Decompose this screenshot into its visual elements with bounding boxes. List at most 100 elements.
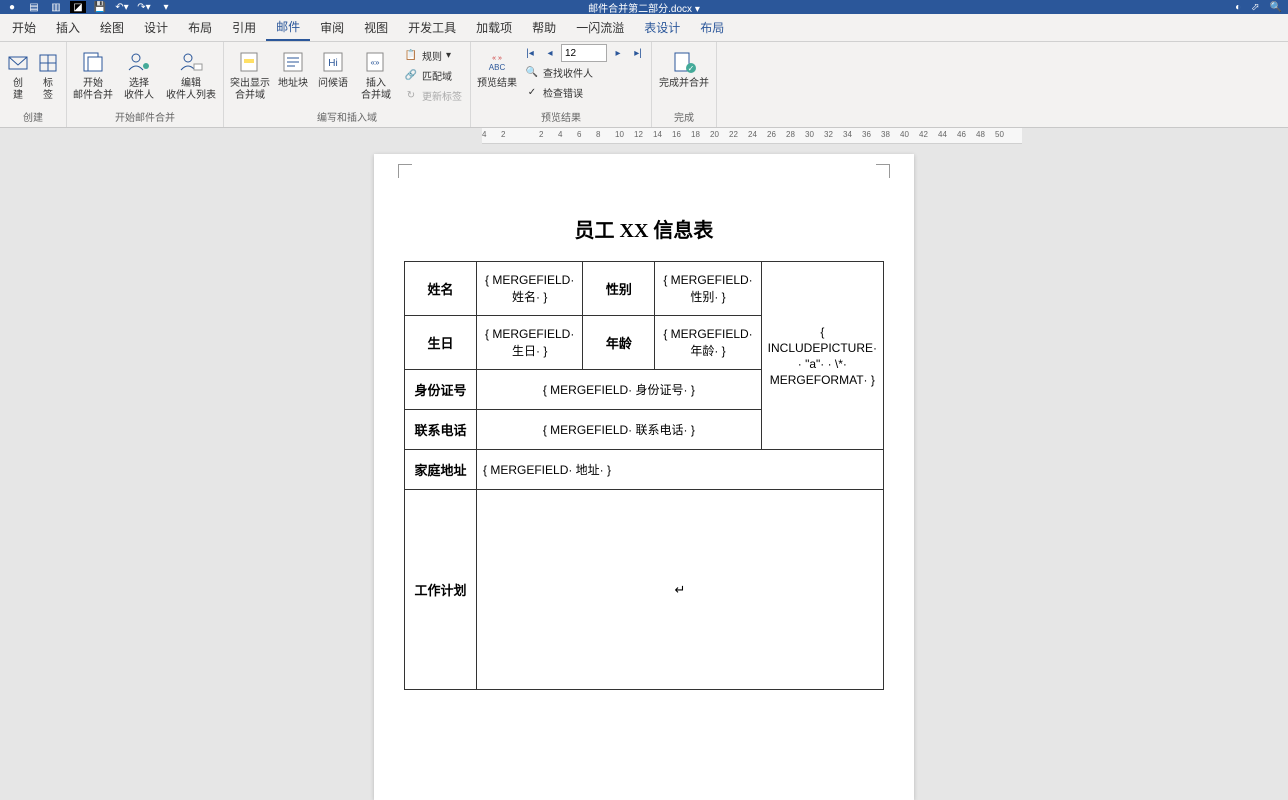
- ruler-tick: 20: [710, 130, 719, 139]
- tab-developer[interactable]: 开发工具: [398, 14, 466, 41]
- user-icon[interactable]: ◐: [1235, 2, 1241, 13]
- autosave-toggle[interactable]: ●: [4, 1, 20, 13]
- save-icon[interactable]: 💾: [92, 1, 108, 13]
- tab-custom[interactable]: 一闪流溢: [566, 14, 634, 41]
- ruler-tick: 26: [767, 130, 776, 139]
- insert-field-button[interactable]: «» 插入合并域: [354, 44, 398, 102]
- svg-text:ABC: ABC: [489, 63, 506, 72]
- tab-review[interactable]: 审阅: [310, 14, 354, 41]
- cell-birthday-label[interactable]: 生日: [405, 316, 477, 370]
- cell-id-label[interactable]: 身份证号: [405, 370, 477, 410]
- select-recipients-button[interactable]: 选择收件人: [117, 44, 161, 102]
- tab-addins[interactable]: 加载项: [466, 14, 522, 41]
- check-errors-button[interactable]: ✓检查错误: [521, 83, 647, 102]
- tab-help[interactable]: 帮助: [522, 14, 566, 41]
- title-bar: ● ▤ ▥ ◪ 💾 ↶▾ ↷▾ ▾ 邮件合并第二部分.docx ▾ ◐ ⬀ 🔍: [0, 0, 1288, 14]
- horizontal-ruler[interactable]: 4224681012141618202224262830323436384042…: [482, 128, 1022, 144]
- tab-references[interactable]: 引用: [222, 14, 266, 41]
- ruler-tick: 24: [748, 130, 757, 139]
- cell-age-label[interactable]: 年龄: [583, 316, 655, 370]
- cell-plan-label[interactable]: 工作计划: [405, 490, 477, 690]
- document-title[interactable]: 邮件合并第二部分.docx ▾: [588, 0, 700, 15]
- find-recipient-button[interactable]: 🔍查找收件人: [521, 63, 647, 82]
- group-finish: ✓ 完成并合并 完成: [652, 42, 717, 127]
- ruler-tick: 8: [596, 130, 600, 139]
- cell-gender-field[interactable]: { MERGEFIELD· 性别· }: [655, 262, 761, 316]
- last-record-button[interactable]: ▸|: [629, 44, 647, 62]
- tab-draw[interactable]: 绘图: [90, 14, 134, 41]
- next-record-button[interactable]: ▸: [609, 44, 627, 62]
- prev-record-button[interactable]: ◂: [541, 44, 559, 62]
- svg-text:Hi: Hi: [328, 58, 337, 69]
- ruler-tick: 12: [634, 130, 643, 139]
- first-record-button[interactable]: |◂: [521, 44, 539, 62]
- tab-tablelayout[interactable]: 布局: [690, 14, 734, 41]
- ruler-tick: 38: [881, 130, 890, 139]
- address-block-button[interactable]: 地址块: [274, 44, 312, 90]
- greeting-line-button[interactable]: Hi 问候语: [314, 44, 352, 90]
- qat-icon[interactable]: ▤: [26, 1, 42, 13]
- tab-design[interactable]: 设计: [134, 14, 178, 41]
- tab-tabledesign[interactable]: 表设计: [634, 14, 690, 41]
- rules-button[interactable]: 📋规则 ▾: [400, 46, 466, 65]
- cell-address-label[interactable]: 家庭地址: [405, 450, 477, 490]
- tab-layout[interactable]: 布局: [178, 14, 222, 41]
- ribbon-tabs: 开始 插入 绘图 设计 布局 引用 邮件 审阅 视图 开发工具 加载项 帮助 一…: [0, 14, 1288, 42]
- svg-text:✓: ✓: [688, 64, 695, 73]
- match-fields-button[interactable]: 🔗匹配域: [400, 66, 466, 85]
- cell-name-field[interactable]: { MERGEFIELD· 姓名· }: [477, 262, 583, 316]
- search-icon[interactable]: 🔍: [1270, 2, 1282, 13]
- ribbon: 创建 标签 创建 开始邮件合并 选择收件人 编辑收件人列表 开始邮件合并: [0, 42, 1288, 128]
- highlight-fields-button[interactable]: 突出显示合并域: [228, 44, 272, 102]
- cell-id-field[interactable]: { MERGEFIELD· 身份证号· }: [477, 370, 762, 410]
- preview-results-button[interactable]: « »ABC 预览结果: [475, 44, 519, 90]
- undo-icon[interactable]: ↶▾: [114, 1, 130, 13]
- start-merge-button[interactable]: 开始邮件合并: [71, 44, 115, 102]
- cell-name-label[interactable]: 姓名: [405, 262, 477, 316]
- cell-birthday-field[interactable]: { MERGEFIELD· 生日· }: [477, 316, 583, 370]
- ruler-tick: 14: [653, 130, 662, 139]
- group-create: 创建 标签 创建: [0, 42, 67, 127]
- envelopes-button[interactable]: 创建: [4, 44, 32, 102]
- edit-recipients-button[interactable]: 编辑收件人列表: [163, 44, 219, 102]
- qat-icon[interactable]: ◪: [70, 1, 86, 13]
- document-area[interactable]: 员工 XX 信息表 姓名 { MERGEFIELD· 姓名· } 性别 { ME…: [0, 144, 1288, 800]
- page: 员工 XX 信息表 姓名 { MERGEFIELD· 姓名· } 性别 { ME…: [374, 154, 914, 800]
- update-labels-button[interactable]: ↻更新标签: [400, 86, 466, 105]
- tab-view[interactable]: 视图: [354, 14, 398, 41]
- cell-picture-field[interactable]: { INCLUDEPICTURE· · "a"· · \*· MERGEFORM…: [761, 262, 883, 450]
- cell-phone-label[interactable]: 联系电话: [405, 410, 477, 450]
- ruler-tick: 46: [957, 130, 966, 139]
- finish-merge-button[interactable]: ✓ 完成并合并: [656, 44, 712, 90]
- tab-mailings[interactable]: 邮件: [266, 14, 310, 41]
- record-number-input[interactable]: [561, 44, 607, 62]
- ruler-tick: 36: [862, 130, 871, 139]
- labels-button[interactable]: 标签: [34, 44, 62, 102]
- tab-home[interactable]: 开始: [2, 14, 46, 41]
- qat-more-icon[interactable]: ▾: [158, 1, 174, 13]
- cell-phone-field[interactable]: { MERGEFIELD· 联系电话· }: [477, 410, 762, 450]
- tab-insert[interactable]: 插入: [46, 14, 90, 41]
- svg-text:« »: « »: [492, 55, 502, 62]
- ruler-tick: 2: [539, 130, 543, 139]
- info-table[interactable]: 姓名 { MERGEFIELD· 姓名· } 性别 { MERGEFIELD· …: [404, 261, 884, 690]
- ruler-tick: 22: [729, 130, 738, 139]
- ruler-tick: 10: [615, 130, 624, 139]
- ruler-tick: 28: [786, 130, 795, 139]
- qat-icon[interactable]: ▥: [48, 1, 64, 13]
- cell-age-field[interactable]: { MERGEFIELD· 年龄· }: [655, 316, 761, 370]
- margin-corner: [876, 164, 890, 178]
- document-heading[interactable]: 员工 XX 信息表: [404, 214, 884, 243]
- ruler-tick: 44: [938, 130, 947, 139]
- ruler-tick: 2: [501, 130, 505, 139]
- ruler-tick: 42: [919, 130, 928, 139]
- cell-gender-label[interactable]: 性别: [583, 262, 655, 316]
- cell-plan-field[interactable]: ↵: [477, 490, 884, 690]
- ruler-tick: 18: [691, 130, 700, 139]
- redo-icon[interactable]: ↷▾: [136, 1, 152, 13]
- ribbon-options-icon[interactable]: ⬀: [1251, 2, 1259, 13]
- ruler-tick: 50: [995, 130, 1004, 139]
- group-start-merge: 开始邮件合并 选择收件人 编辑收件人列表 开始邮件合并: [67, 42, 224, 127]
- cell-address-field[interactable]: { MERGEFIELD· 地址· }: [477, 450, 884, 490]
- window-controls: ◐ ⬀ 🔍: [1235, 2, 1282, 13]
